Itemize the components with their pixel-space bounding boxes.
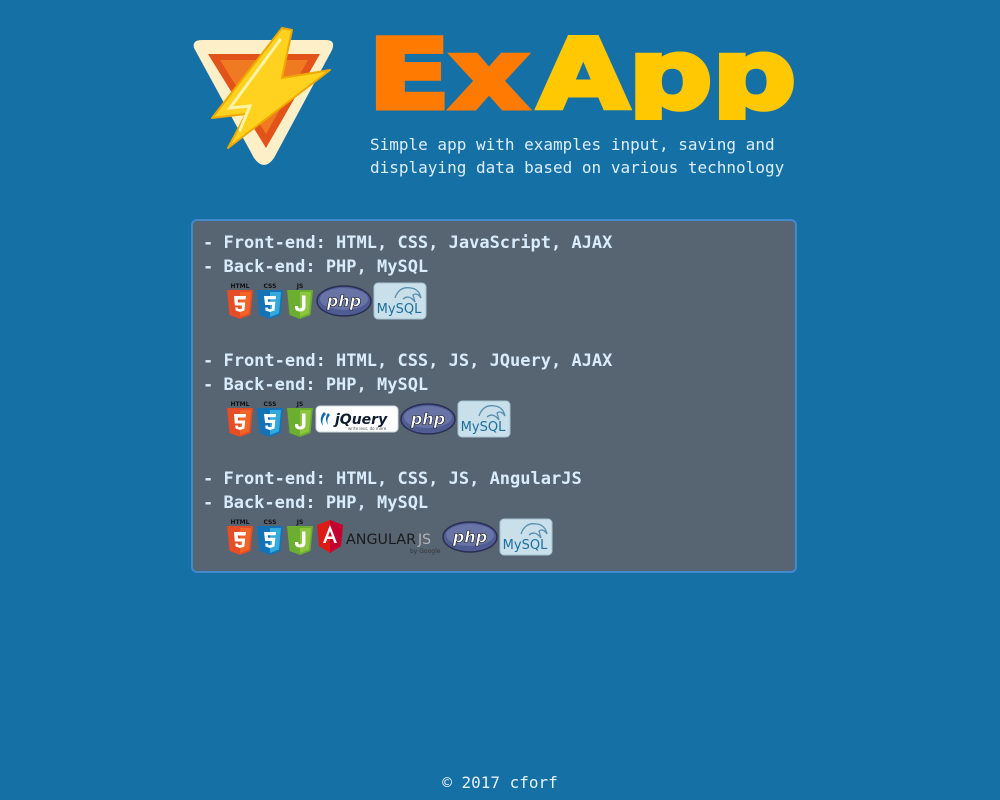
backend-line: - Back-end: PHP, MySQL <box>203 375 429 395</box>
html5-icon: HTML <box>227 283 253 319</box>
css3-icon: CSS <box>257 283 283 319</box>
php-icon: php <box>442 521 498 553</box>
svg-text:MySQL: MySQL <box>461 420 506 435</box>
svg-text:write less, do more.: write less, do more. <box>348 426 388 431</box>
svg-text:CSS: CSS <box>264 283 277 290</box>
title-part-ex: Ex <box>368 28 528 120</box>
frontend-line: - Front-end: HTML, CSS, JS, JQuery, AJAX <box>203 351 613 371</box>
html5-icon: HTML <box>227 519 253 555</box>
tech-stack-group: - Front-end: HTML, CSS, JS, JQuery, AJAX… <box>203 349 612 439</box>
mysql-icon: MySQL <box>499 518 553 556</box>
svg-text:HTML: HTML <box>231 283 250 290</box>
js-icon: JS <box>287 283 313 319</box>
js-icon: JS <box>287 519 313 555</box>
subtitle-line: displaying data based on various technol… <box>370 158 785 177</box>
svg-text:HTML: HTML <box>231 401 250 408</box>
app-title: Ex App <box>366 28 799 120</box>
tech-badges: HTML CSS JS php MySQL <box>225 281 612 321</box>
frontend-line: - Front-end: HTML, CSS, JS, AngularJS <box>203 469 582 489</box>
title-part-app: App <box>538 28 796 120</box>
app-logo-icon <box>193 27 334 165</box>
css3-icon: CSS <box>257 519 283 555</box>
html5-icon: HTML <box>227 401 253 437</box>
svg-text:JS: JS <box>296 283 304 290</box>
subtitle-line: Simple app with examples input, saving a… <box>370 135 775 154</box>
php-icon: php <box>316 285 372 317</box>
svg-text:HTML: HTML <box>231 519 250 526</box>
svg-text:by Google: by Google <box>410 548 441 555</box>
svg-text:JS: JS <box>417 532 431 548</box>
tech-badges: HTML CSS JS ANGULAR JS by Google php MySQL <box>225 517 582 557</box>
mysql-icon: MySQL <box>373 282 427 320</box>
svg-text:ANGULAR: ANGULAR <box>346 532 416 548</box>
backend-line: - Back-end: PHP, MySQL <box>203 493 429 513</box>
tech-badges: HTML CSS JS jQuery write less, do more. p… <box>225 399 612 439</box>
js-icon: JS <box>287 401 313 437</box>
copyright-footer: © 2017 cforf <box>442 773 558 792</box>
mysql-icon: MySQL <box>457 400 511 438</box>
svg-text:php: php <box>326 292 361 311</box>
tech-stack-panel: - Front-end: HTML, CSS, JavaScript, AJAX… <box>191 219 797 573</box>
svg-text:MySQL: MySQL <box>377 302 422 317</box>
php-icon: php <box>400 403 456 435</box>
svg-text:JS: JS <box>296 401 304 408</box>
app-subtitle: Simple app with examples input, saving a… <box>370 133 810 179</box>
svg-text:JS: JS <box>296 519 304 526</box>
tech-stack-group: - Front-end: HTML, CSS, JS, AngularJS - … <box>203 467 582 557</box>
css3-icon: CSS <box>257 401 283 437</box>
jquery-icon: jQuerywrite less, do more. <box>315 405 399 433</box>
angularjs-icon: ANGULAR JSby Google <box>317 520 441 555</box>
svg-text:CSS: CSS <box>264 401 277 408</box>
frontend-line: - Front-end: HTML, CSS, JavaScript, AJAX <box>203 233 613 253</box>
svg-text:php: php <box>410 410 445 429</box>
backend-line: - Back-end: PHP, MySQL <box>203 257 429 277</box>
svg-text:CSS: CSS <box>264 519 277 526</box>
tech-stack-group: - Front-end: HTML, CSS, JavaScript, AJAX… <box>203 231 612 321</box>
svg-text:MySQL: MySQL <box>503 538 548 553</box>
svg-text:php: php <box>452 528 487 547</box>
